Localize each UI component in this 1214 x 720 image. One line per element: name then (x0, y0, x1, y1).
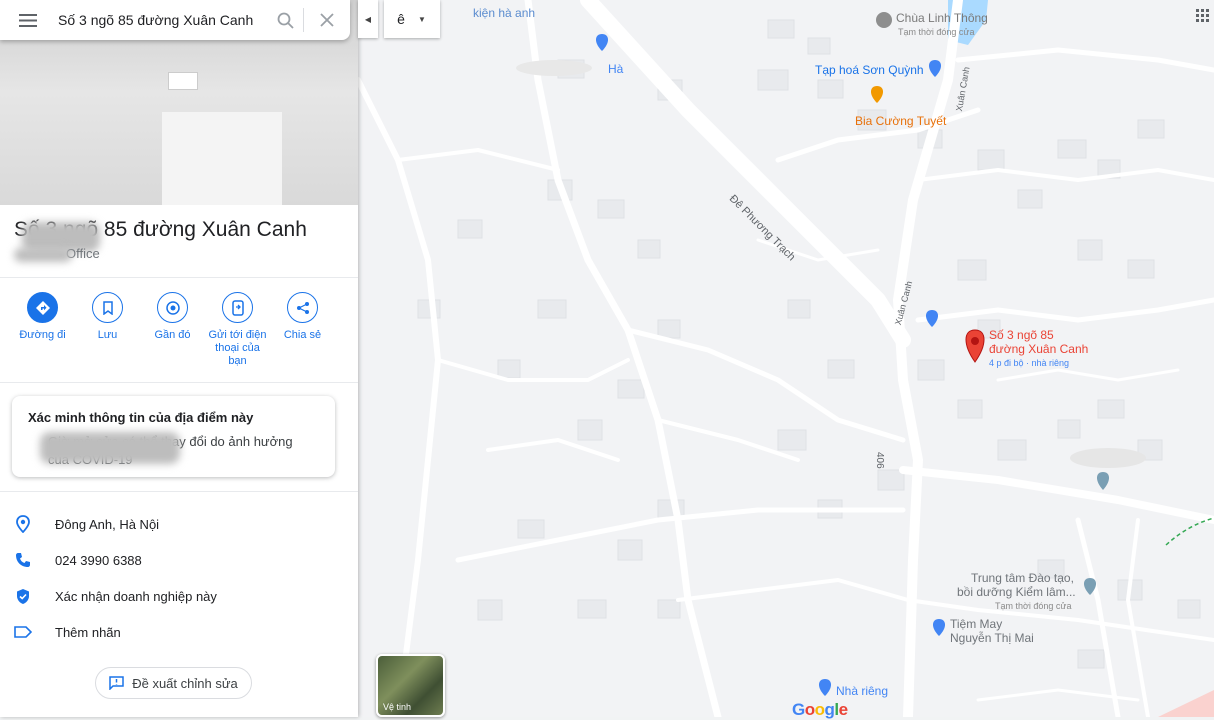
claim-business-row[interactable]: Xác nhận doanh nghiệp này (0, 578, 358, 614)
add-label-text: Thêm nhãn (55, 624, 121, 640)
feedback-icon (109, 676, 124, 690)
divider (0, 277, 358, 278)
caret-down-icon: ▼ (418, 14, 426, 24)
poi-label-tiem-may-1[interactable]: Tiệm May (950, 617, 1002, 631)
directions-button[interactable]: Đường đi (10, 292, 75, 368)
address-row[interactable]: Đông Anh, Hà Nội (0, 506, 358, 542)
address-text: Đông Anh, Hà Nội (55, 516, 160, 532)
satellite-label: Vệ tinh (383, 702, 412, 712)
poi-label-bia[interactable]: Bia Cường Tuyết (855, 114, 946, 128)
send-to-phone-label: Gửi tới điện thoại của bạn (208, 329, 267, 367)
nearby-button[interactable]: Gần đó (140, 292, 205, 368)
map-roads (358, 0, 1214, 717)
directions-label: Đường đi (19, 329, 66, 341)
share-button[interactable]: Chia sẻ (270, 292, 335, 368)
poi-label-nha-rieng[interactable]: Nhà riêng (836, 684, 888, 698)
save-button[interactable]: Lưu (75, 292, 140, 368)
road-label-406: 406 (874, 452, 885, 469)
nearby-icon (165, 300, 180, 315)
phone-icon (16, 553, 30, 567)
google-logo: Google (792, 700, 848, 719)
phone-row[interactable]: 024 3990 6388 (0, 542, 358, 578)
close-icon (320, 13, 334, 27)
search-input[interactable] (56, 11, 267, 29)
location-pin-icon (16, 515, 30, 533)
verified-shield-icon (17, 588, 29, 604)
poi-label-tiem-may-2[interactable]: Nguyễn Thị Mai (950, 631, 1034, 645)
poi-label-tap-hoa[interactable]: Tạp hoá Sơn Quỳnh (815, 63, 924, 77)
phone-text: 024 3990 6388 (55, 552, 142, 568)
directions-icon (35, 300, 50, 315)
save-label: Lưu (97, 329, 118, 341)
layer-toggle-label: ê (397, 11, 405, 27)
selected-place-marker[interactable] (965, 329, 985, 363)
send-to-phone-button[interactable]: Gửi tới điện thoại của bạn (205, 292, 270, 368)
claim-business-text: Xác nhận doanh nghiệp này (55, 588, 217, 604)
menu-button[interactable] (0, 0, 56, 40)
share-icon (296, 301, 309, 314)
hamburger-menu-icon (19, 13, 37, 27)
notice-title: Xác minh thông tin của địa điểm này (28, 410, 254, 425)
add-label-row[interactable]: Thêm nhãn (0, 614, 358, 650)
marker-label-line1[interactable]: Số 3 ngõ 85 (989, 328, 1054, 342)
poi-label-chua-linh-thong[interactable]: Chùa Linh Thông (896, 11, 988, 25)
search-icon (277, 12, 294, 29)
suggest-edit-label: Đề xuất chỉnh sửa (132, 675, 238, 691)
poi-label-trung-tam-2[interactable]: bồi dưỡng Kiểm lâm... (957, 585, 1076, 599)
nearby-label: Gần đó (154, 329, 191, 341)
action-bar: Đường đi Lưu Gần đó Gửi tới điện thoại c… (10, 292, 335, 368)
search-button[interactable] (267, 0, 303, 40)
share-label: Chia sẻ (283, 329, 322, 341)
poi-status-trung-tam: Tạm thời đóng cửa (995, 601, 1072, 611)
layer-toggle[interactable]: ê ▼ (384, 0, 440, 38)
suggest-edit-button[interactable]: Đề xuất chỉnh sửa (95, 667, 252, 699)
place-panel: Số 3 ngõ 85 đường Xuân Canh Office Đường… (0, 0, 358, 717)
marker-sub-label: 4 p đi bộ · nhà riêng (989, 358, 1070, 368)
divider (0, 491, 358, 492)
clear-search-button[interactable] (304, 0, 350, 40)
caret-left-icon: ◀ (364, 14, 372, 24)
collapse-panel-button[interactable]: ◀ (358, 0, 378, 38)
apps-grid-icon[interactable] (1196, 9, 1210, 23)
label-tag-icon (14, 626, 32, 638)
bookmark-icon (102, 300, 113, 315)
send-to-phone-icon (231, 299, 244, 316)
poi-label-ha[interactable]: Hà (608, 62, 623, 76)
divider (0, 382, 358, 383)
satellite-toggle[interactable]: Vệ tinh (376, 654, 445, 717)
marker-label-line2[interactable]: đường Xuân Canh (989, 342, 1088, 356)
poi-status-chua-linh-thong: Tạm thời đóng cửa (898, 27, 975, 37)
poi-label-top-left[interactable]: kiện hà anh (473, 6, 535, 20)
map-canvas[interactable]: kiện hà anh Hà Chùa Linh Thông Tạm thời … (358, 0, 1214, 717)
search-box (0, 0, 350, 40)
poi-label-trung-tam-1[interactable]: Trung tâm Đào tạo, (971, 571, 1074, 585)
